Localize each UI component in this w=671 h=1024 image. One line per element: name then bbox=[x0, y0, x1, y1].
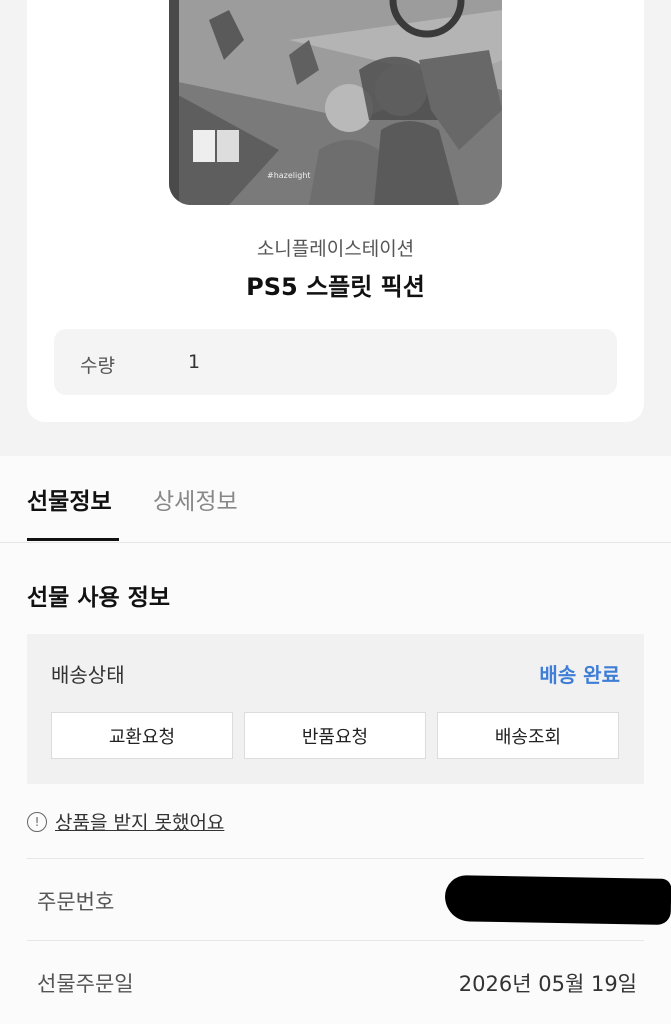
order-number-label: 주문번호 bbox=[37, 890, 115, 914]
exchange-request-button[interactable]: 교환요청 bbox=[51, 712, 233, 759]
product-name: PS5 스플릿 픽션 bbox=[246, 273, 425, 301]
tab-detail-info[interactable]: 상세정보 bbox=[153, 482, 238, 516]
not-received-link[interactable]: 상품을 받지 못했어요 bbox=[55, 808, 224, 835]
active-tab-indicator bbox=[27, 538, 119, 541]
quantity-label: 수량 bbox=[80, 355, 115, 377]
cover-badge-text: #hazelight bbox=[267, 171, 311, 180]
product-card: #hazelight 소니플레이스테이션 PS5 스플릿 픽션 수량 1 bbox=[27, 0, 644, 422]
order-date-row: 선물주문일 2026년 05월 19일 bbox=[27, 940, 644, 1023]
product-image: #hazelight bbox=[169, 0, 502, 205]
product-brand: 소니플레이스테이션 bbox=[256, 238, 415, 260]
redaction-mark bbox=[444, 875, 671, 925]
order-date-value: 2026년 05월 19일 bbox=[458, 972, 637, 996]
quantity-box: 수량 1 bbox=[54, 329, 617, 395]
game-cover-art: #hazelight bbox=[169, 0, 502, 205]
order-number-row: 주문번호 bbox=[27, 858, 671, 941]
delivery-status-panel: 배송상태 배송 완료 교환요청 반품요청 배송조회 bbox=[27, 634, 644, 784]
section-title: 선물 사용 정보 bbox=[27, 585, 170, 611]
delivery-status-value: 배송 완료 bbox=[539, 663, 620, 687]
return-request-button[interactable]: 반품요청 bbox=[244, 712, 426, 759]
tab-bar: 선물정보 상세정보 bbox=[0, 456, 671, 543]
gift-detail-section: 선물정보 상세정보 선물 사용 정보 배송상태 배송 완료 교환요청 반품요청 … bbox=[0, 456, 671, 1024]
quantity-value: 1 bbox=[188, 351, 201, 373]
order-date-label: 선물주문일 bbox=[37, 972, 134, 996]
delivery-status-label: 배송상태 bbox=[51, 663, 125, 687]
info-icon: ! bbox=[27, 811, 47, 832]
tab-gift-info[interactable]: 선물정보 bbox=[27, 482, 112, 516]
not-received-notice[interactable]: ! 상품을 받지 못했어요 bbox=[27, 808, 224, 835]
track-delivery-button[interactable]: 배송조회 bbox=[437, 712, 619, 759]
